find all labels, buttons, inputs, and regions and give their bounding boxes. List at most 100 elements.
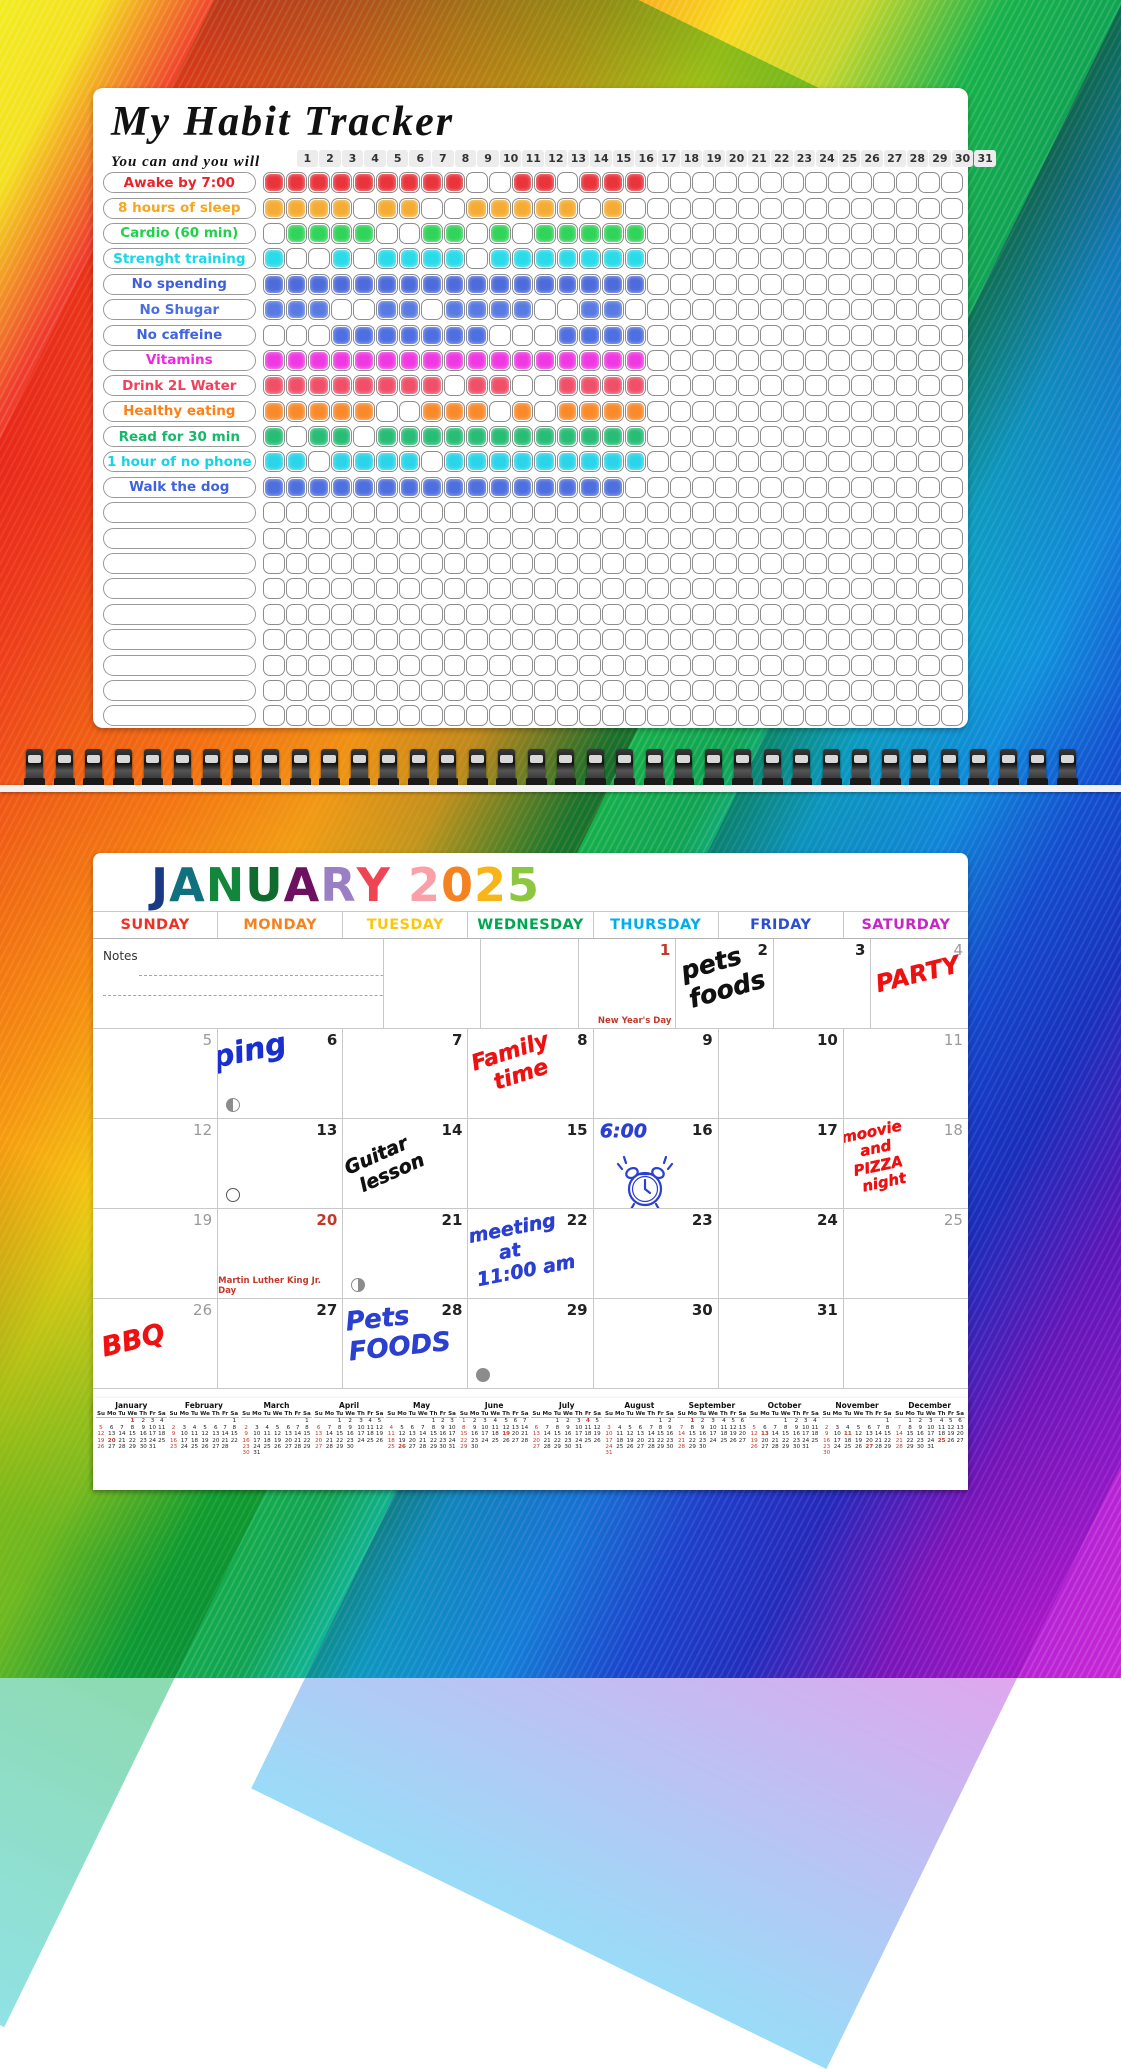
habit-cell-r20-d3[interactable] [308,654,330,676]
habit-cell-r13-d17[interactable] [624,476,647,498]
habit-cell-r12-d31[interactable] [940,451,963,473]
habit-cell-r13-d29[interactable] [895,476,918,498]
habit-cell-r12-d26[interactable] [827,451,850,473]
habit-cell-r8-d13[interactable] [534,349,556,371]
habit-cell-r19-d26[interactable] [827,629,850,651]
habit-cell-r13-d14[interactable] [556,476,579,498]
habit-cell-r22-d21[interactable] [714,705,737,727]
habit-cell-r22-d3[interactable] [308,705,330,727]
habit-cell-r14-d19[interactable] [669,502,692,524]
habit-cell-r4-d16[interactable] [602,248,624,270]
habit-cell-r3-d23[interactable] [760,222,782,244]
habit-cell-r11-d11[interactable] [489,426,511,448]
habit-cell-r6-d10[interactable] [466,299,489,321]
habit-cell-r18-d19[interactable] [669,603,692,625]
habit-label[interactable] [103,654,256,676]
habit-cell-r5-d27[interactable] [850,273,873,295]
habit-cell-r21-d19[interactable] [669,680,692,701]
habit-cell-r18-d17[interactable] [624,603,647,625]
habit-cell-r2-d5[interactable] [353,197,376,219]
habit-cell-r4-d8[interactable] [421,248,443,270]
habit-cell-r7-d22[interactable] [737,324,760,346]
habit-cell-r12-d10[interactable] [466,451,489,473]
habit-cell-r12-d16[interactable] [602,451,624,473]
habit-cell-r17-d13[interactable] [534,578,556,600]
habit-cell-r19-d30[interactable] [918,629,940,651]
habit-cell-r16-d17[interactable] [624,553,647,575]
habit-cell-r17-d20[interactable] [692,578,714,600]
habit-cell-r3-d11[interactable] [489,222,511,244]
habit-cell-r3-d28[interactable] [873,222,895,244]
habit-cell-r14-d10[interactable] [466,502,489,524]
habit-cell-r1-d7[interactable] [398,172,421,194]
habit-cell-r20-d30[interactable] [918,654,940,676]
habit-cell-r10-d25[interactable] [805,400,827,422]
habit-cell-r6-d2[interactable] [285,299,308,321]
habit-cell-r3-d10[interactable] [466,222,489,244]
habit-cell-r16-d4[interactable] [330,553,353,575]
habit-cell-r22-d4[interactable] [330,705,353,727]
habit-cell-r1-d15[interactable] [579,172,601,194]
habit-cell-r7-d26[interactable] [827,324,850,346]
habit-cell-r20-d24[interactable] [782,654,805,676]
habit-cell-r2-d12[interactable] [511,197,534,219]
habit-cell-r9-d8[interactable] [421,375,443,397]
habit-cell-r17-d12[interactable] [511,578,534,600]
habit-cell-r15-d3[interactable] [308,527,330,549]
habit-cell-r2-d2[interactable] [285,197,308,219]
habit-cell-r17-d17[interactable] [624,578,647,600]
habit-label[interactable]: No spending [103,273,256,295]
habit-cell-r20-d25[interactable] [805,654,827,676]
habit-cell-r1-d18[interactable] [647,172,669,194]
habit-cell-r20-d13[interactable] [534,654,556,676]
habit-cell-r2-d3[interactable] [308,197,330,219]
habit-cell-r15-d7[interactable] [398,527,421,549]
habit-cell-r20-d18[interactable] [647,654,669,676]
habit-cell-r10-d21[interactable] [714,400,737,422]
habit-cell-r22-d23[interactable] [760,705,782,727]
habit-cell-r15-d17[interactable] [624,527,647,549]
habit-cell-r3-d9[interactable] [443,222,466,244]
day-cell-26[interactable]: 26 BBQ [93,1299,219,1390]
habit-cell-r2-d4[interactable] [330,197,353,219]
habit-cell-r18-d6[interactable] [376,603,398,625]
habit-cell-r5-d7[interactable] [398,273,421,295]
habit-label[interactable]: 8 hours of sleep [103,197,256,219]
habit-cell-r20-d2[interactable] [285,654,308,676]
habit-cell-r3-d27[interactable] [850,222,873,244]
day-cell-9[interactable]: 9 [593,1029,719,1120]
habit-cell-r22-d28[interactable] [873,705,895,727]
habit-cell-r18-d20[interactable] [692,603,714,625]
habit-cell-r2-d1[interactable] [263,197,285,219]
habit-cell-r22-d1[interactable] [263,705,285,727]
habit-cell-r9-d11[interactable] [489,375,511,397]
habit-cell-r16-d19[interactable] [669,553,692,575]
habit-cell-r19-d7[interactable] [398,629,421,651]
habit-cell-r4-d7[interactable] [398,248,421,270]
habit-cell-r3-d25[interactable] [805,222,827,244]
habit-label[interactable] [103,603,256,625]
habit-cell-r19-d17[interactable] [624,629,647,651]
habit-cell-r10-d10[interactable] [466,400,489,422]
habit-cell-r9-d6[interactable] [376,375,398,397]
habit-label[interactable] [103,629,256,651]
habit-cell-r12-d25[interactable] [805,451,827,473]
habit-cell-r12-d19[interactable] [669,451,692,473]
habit-cell-r14-d14[interactable] [556,502,579,524]
habit-cell-r14-d28[interactable] [873,502,895,524]
habit-cell-r7-d5[interactable] [353,324,376,346]
day-cell-3[interactable]: 3 [773,939,872,1030]
habit-cell-r4-d12[interactable] [511,248,534,270]
habit-cell-r13-d4[interactable] [330,476,353,498]
habit-cell-r8-d25[interactable] [805,349,827,371]
habit-cell-r20-d14[interactable] [556,654,579,676]
habit-cell-r18-d4[interactable] [330,603,353,625]
habit-cell-r3-d4[interactable] [330,222,353,244]
habit-cell-r16-d20[interactable] [692,553,714,575]
habit-cell-r3-d26[interactable] [827,222,850,244]
habit-cell-r8-d4[interactable] [330,349,353,371]
habit-cell-r18-d16[interactable] [602,603,624,625]
habit-cell-r8-d14[interactable] [556,349,579,371]
habit-cell-r15-d30[interactable] [918,527,940,549]
habit-cell-r13-d1[interactable] [263,476,285,498]
